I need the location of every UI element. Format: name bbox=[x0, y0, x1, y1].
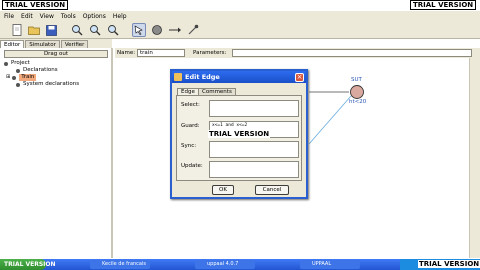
name-label: Name: bbox=[117, 50, 136, 56]
expand-icon[interactable]: ⊞ bbox=[6, 74, 10, 81]
parameters-label: Parameters: bbox=[193, 50, 227, 56]
location-name: SUT bbox=[351, 77, 362, 83]
select-label: Select: bbox=[181, 102, 200, 108]
guard-label: Guard: bbox=[181, 123, 200, 129]
bullet-icon bbox=[16, 68, 20, 73]
menu-view[interactable]: View bbox=[40, 13, 54, 20]
location-invariant: ht<20 bbox=[349, 99, 367, 105]
tab-verifier[interactable]: Verifier bbox=[60, 40, 89, 48]
bullet-icon bbox=[4, 61, 8, 66]
parameters-input[interactable] bbox=[232, 49, 472, 57]
tree-item-train[interactable]: ⊞ Train bbox=[6, 74, 37, 81]
close-icon[interactable]: × bbox=[295, 73, 304, 82]
tab-simulator[interactable]: Simulator bbox=[25, 40, 60, 48]
ok-button[interactable]: OK bbox=[212, 185, 234, 195]
system-tray: TRIAL VERSION bbox=[400, 259, 480, 270]
watermark-taskbar-right: TRIAL VERSION bbox=[418, 260, 480, 268]
location-tool-icon[interactable] bbox=[150, 23, 164, 37]
open-folder-icon[interactable] bbox=[27, 23, 41, 37]
tree-item-label: Declarations bbox=[23, 67, 58, 73]
dialog-title: Edit Edge bbox=[185, 73, 220, 81]
tree-item-label: System declarations bbox=[23, 81, 80, 87]
tree-item-declarations[interactable]: Declarations bbox=[16, 67, 58, 74]
tree-item-label: Project bbox=[11, 60, 30, 66]
edit-edge-dialog: Edit Edge × Edge Comments Select: Guard:… bbox=[170, 69, 308, 199]
menu-options[interactable]: Options bbox=[83, 13, 106, 20]
select-tool-icon[interactable] bbox=[132, 23, 146, 37]
tree-item-label: Train bbox=[19, 74, 37, 81]
edge-line-selected bbox=[308, 95, 352, 145]
watermark-dialog: TRIAL VERSION bbox=[208, 130, 271, 138]
menu-edit[interactable]: Edit bbox=[21, 13, 33, 20]
nail-tool-icon[interactable] bbox=[186, 23, 200, 37]
zoom-in-icon[interactable] bbox=[70, 23, 84, 37]
taskbar-item-browser[interactable]: Kecile de francais bbox=[90, 260, 150, 269]
new-file-icon[interactable] bbox=[10, 23, 24, 37]
canvas-vertical-scrollbar[interactable] bbox=[469, 58, 480, 258]
title-bar: TRIAL VERSION TRIAL VERSION bbox=[0, 0, 480, 10]
save-icon[interactable] bbox=[44, 23, 58, 37]
bullet-icon bbox=[16, 82, 20, 87]
tree-item-system-declarations[interactable]: System declarations bbox=[16, 81, 79, 88]
watermark-top-right: TRIAL VERSION bbox=[410, 0, 477, 10]
watermark-top-left: TRIAL VERSION bbox=[2, 0, 69, 10]
location-node bbox=[350, 85, 364, 99]
name-input[interactable]: train bbox=[137, 49, 185, 57]
drag-out-button[interactable]: Drag out bbox=[4, 50, 108, 58]
watermark-taskbar-left: TRIAL VERSION bbox=[4, 261, 56, 268]
menu-tools[interactable]: Tools bbox=[61, 13, 76, 20]
start-button[interactable]: TRIAL VERSION bbox=[0, 259, 56, 270]
taskbar-item-uppaal[interactable]: UPPAAL bbox=[300, 260, 360, 269]
sync-label: Sync: bbox=[181, 143, 197, 149]
menu-bar: File Edit View Tools Options Help bbox=[0, 11, 480, 21]
cancel-button[interactable]: Cancel bbox=[255, 185, 289, 195]
select-field[interactable] bbox=[209, 100, 299, 117]
app-icon bbox=[174, 73, 182, 81]
sync-field[interactable] bbox=[209, 141, 299, 158]
zoom-out-icon[interactable] bbox=[88, 23, 102, 37]
menu-help[interactable]: Help bbox=[113, 13, 127, 20]
update-label: Update: bbox=[181, 163, 203, 169]
bullet-icon bbox=[12, 75, 17, 80]
editor-tabs: Editor Simulator Verifier bbox=[0, 39, 112, 48]
taskbar: TRIAL VERSION Kecile de francais uppaal … bbox=[0, 259, 480, 270]
taskbar-item-uppaal-folder[interactable]: uppaal 4.0.7 bbox=[195, 260, 255, 269]
guard-value: x<=1 and x<=2 bbox=[212, 123, 248, 128]
menu-file[interactable]: File bbox=[4, 13, 14, 20]
template-name-row: Name: train Parameters: bbox=[115, 48, 480, 58]
zoom-fit-icon[interactable] bbox=[106, 23, 120, 37]
update-field[interactable] bbox=[209, 161, 299, 178]
edge-form: Select: Guard: x<=1 and x<=2 Sync: Updat… bbox=[176, 95, 302, 181]
tree-item-project[interactable]: Project bbox=[4, 60, 30, 67]
tab-editor[interactable]: Editor bbox=[0, 40, 25, 48]
edge-tool-icon[interactable] bbox=[168, 23, 182, 37]
project-tree-panel: Drag out Project Declarations ⊞ Train Sy… bbox=[0, 48, 113, 258]
toolbar bbox=[0, 21, 480, 39]
dialog-title-bar[interactable]: Edit Edge bbox=[172, 71, 306, 83]
